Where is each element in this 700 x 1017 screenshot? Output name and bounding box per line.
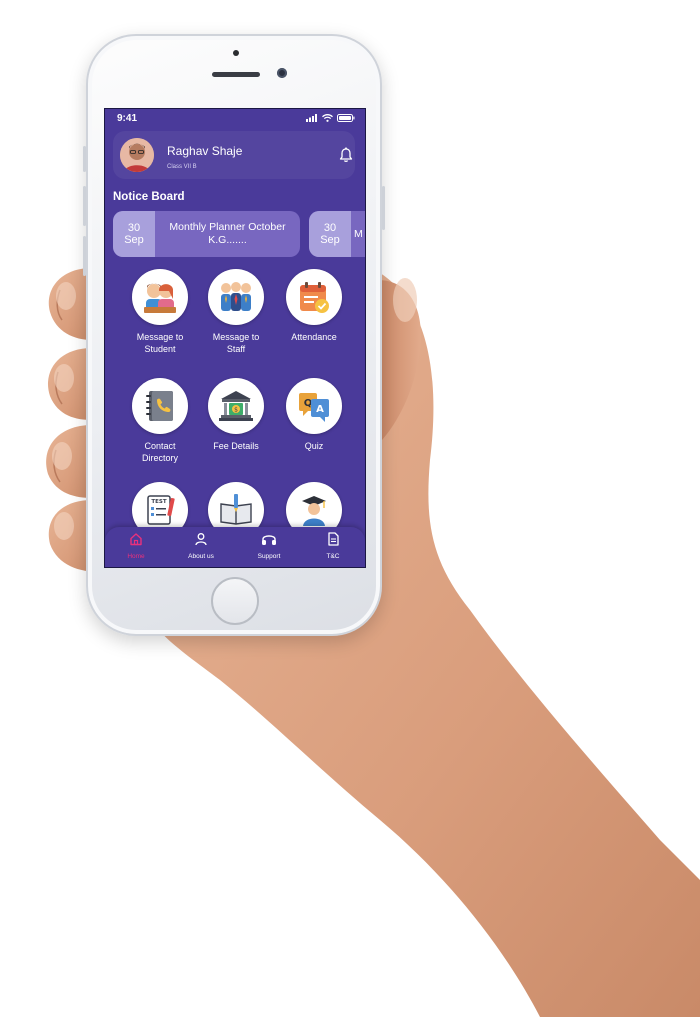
avatar-photo bbox=[120, 138, 154, 172]
notice-day: 30 bbox=[323, 221, 337, 234]
book-pen-icon bbox=[220, 494, 252, 525]
tile-label-line-1: Quiz bbox=[304, 441, 324, 451]
nav-label: T&C bbox=[326, 553, 340, 560]
nav-label: Support bbox=[257, 553, 281, 560]
tile-quiz[interactable]: Q A Quiz bbox=[274, 378, 354, 452]
nav-about-us[interactable]: About us bbox=[173, 532, 229, 560]
tile-message-to-staff[interactable]: Message to Staff bbox=[196, 269, 276, 355]
phone-frame: 9:41 Raghav Shaje Class VII B Notice Boa… bbox=[83, 34, 385, 636]
nav-support[interactable]: Support bbox=[241, 532, 297, 560]
battery-icon bbox=[337, 114, 355, 122]
tile-attendance[interactable]: Attendance bbox=[274, 269, 354, 343]
wifi-icon bbox=[322, 114, 333, 122]
bell-icon[interactable] bbox=[339, 147, 353, 163]
nav-label: About us bbox=[188, 553, 214, 560]
notice-month: Sep bbox=[320, 233, 340, 246]
status-icons bbox=[306, 114, 355, 122]
nav-label: Home bbox=[127, 553, 145, 560]
bank-fee-icon: $ bbox=[219, 391, 253, 421]
test-paper-icon: TEST bbox=[147, 495, 175, 525]
notice-date: 30 Sep bbox=[113, 211, 155, 257]
home-hardware-button[interactable] bbox=[211, 577, 259, 625]
tile-message-to-student[interactable]: Message to Student bbox=[120, 269, 200, 355]
nav-home[interactable]: Home bbox=[108, 532, 164, 560]
status-time: 9:41 bbox=[117, 113, 138, 124]
tile-contact-directory[interactable]: Contact Directory bbox=[120, 378, 200, 464]
front-camera bbox=[277, 68, 287, 78]
notice-line-2: K.G....... bbox=[208, 234, 247, 246]
volume-down-button bbox=[83, 236, 86, 276]
svg-text:Q: Q bbox=[304, 398, 313, 409]
svg-text:$: $ bbox=[234, 407, 238, 414]
app-screen: 9:41 Raghav Shaje Class VII B Notice Boa… bbox=[104, 108, 366, 568]
notice-line-1: M bbox=[354, 227, 363, 240]
svg-text:A: A bbox=[316, 404, 324, 415]
avatar[interactable] bbox=[120, 138, 154, 172]
contact-book-icon bbox=[146, 391, 173, 421]
notice-day: 30 bbox=[127, 221, 141, 234]
home-icon bbox=[130, 533, 142, 546]
notice-text: M bbox=[351, 211, 365, 257]
tile-label-line-2: Directory bbox=[141, 453, 178, 463]
mute-switch bbox=[83, 146, 86, 172]
headphones-icon bbox=[262, 535, 276, 545]
svg-text:TEST: TEST bbox=[151, 499, 166, 505]
tile-label-line-2: Staff bbox=[226, 344, 246, 354]
notice-card[interactable]: 30 Sep M bbox=[309, 211, 365, 257]
staff-icon bbox=[221, 282, 251, 311]
bottom-nav: Home About us Support T&C bbox=[105, 527, 365, 567]
tile-label-line-2: Student bbox=[144, 344, 176, 354]
thumb-nail bbox=[393, 278, 417, 322]
status-bar: 9:41 bbox=[105, 109, 365, 129]
document-icon bbox=[328, 532, 339, 546]
notice-card[interactable]: 30 Sep Monthly Planner October K.G......… bbox=[113, 211, 300, 257]
earpiece-speaker bbox=[212, 72, 260, 77]
tile-label-line-1: Attendance bbox=[291, 332, 337, 342]
notice-date: 30 Sep bbox=[309, 211, 351, 257]
profile-class: Class VII B bbox=[167, 164, 197, 170]
notice-month: Sep bbox=[124, 233, 144, 246]
profile-name: Raghav Shaje bbox=[167, 144, 243, 158]
attendance-calendar-icon bbox=[300, 282, 329, 313]
proximity-sensor bbox=[233, 50, 239, 56]
notice-text: Monthly Planner October K.G....... bbox=[155, 211, 300, 257]
nav-terms[interactable]: T&C bbox=[305, 532, 361, 560]
notice-board-title: Notice Board bbox=[113, 191, 185, 203]
power-button bbox=[382, 186, 385, 230]
tile-label-line-1: Message to bbox=[136, 332, 184, 342]
person-icon bbox=[195, 533, 207, 546]
students-icon bbox=[144, 283, 176, 313]
tile-label-line-1: Message to bbox=[212, 332, 260, 342]
signal-icon bbox=[306, 114, 317, 122]
notice-line-1: Monthly Planner October bbox=[169, 221, 286, 233]
graduate-icon bbox=[302, 496, 326, 526]
tile-label-line-1: Contact bbox=[144, 441, 176, 451]
tile-fee-details[interactable]: $ Fee Details bbox=[196, 378, 276, 452]
profile-card[interactable]: Raghav Shaje Class VII B bbox=[113, 131, 355, 179]
volume-up-button bbox=[83, 186, 86, 226]
quiz-qa-icon: Q A bbox=[299, 393, 329, 422]
tile-label-line-1: Fee Details bbox=[213, 441, 259, 451]
